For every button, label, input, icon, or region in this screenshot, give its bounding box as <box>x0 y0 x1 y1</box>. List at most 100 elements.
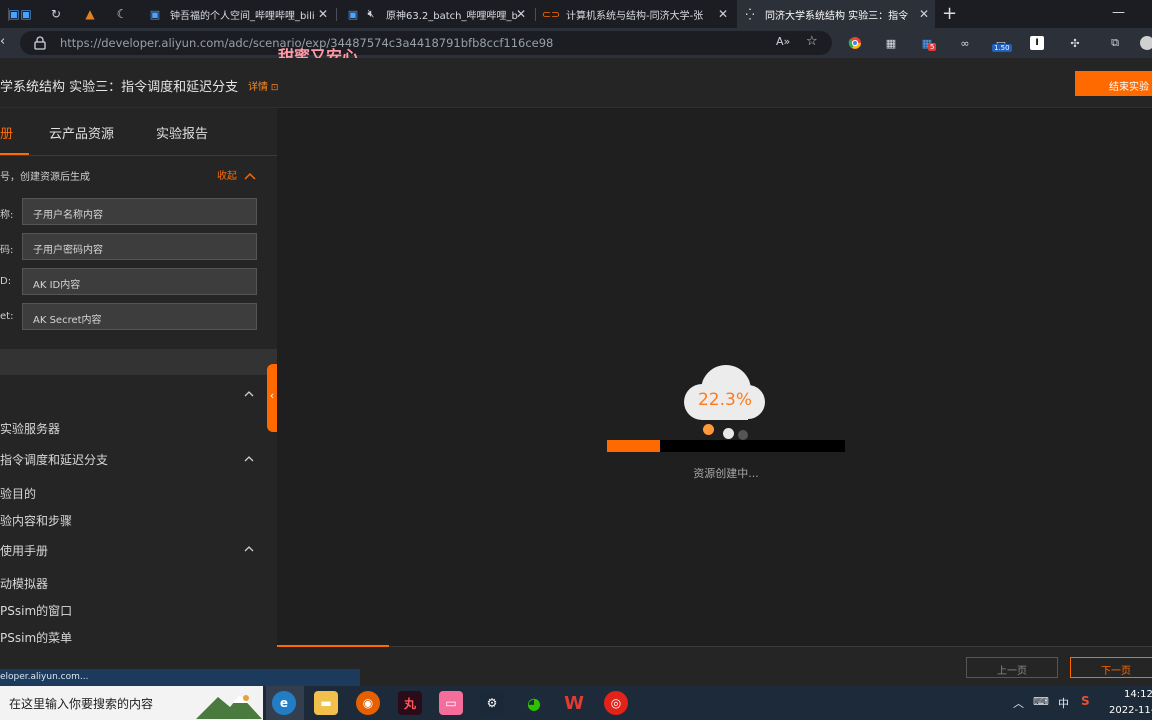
loading-icon: ⁛ <box>745 7 755 21</box>
favorite-star-icon[interactable]: ☆ <box>806 34 818 49</box>
tab-separator <box>336 8 337 21</box>
tab-report[interactable]: 实验报告 <box>156 123 208 142</box>
nav-section[interactable]: 使用手册 <box>0 542 48 559</box>
progress-track <box>607 440 845 452</box>
nav-section[interactable]: 指令调度和延迟分支 <box>0 451 108 468</box>
panel-tabs: 册 云产品资源 实验报告 <box>0 108 277 156</box>
taskbar: 在这里输入你要搜索的内容 e ▬ ◉ 丸 ▭ ⚙ ◕ W ◎ ︿ ⌨ 中 S 1… <box>0 686 1152 720</box>
close-icon[interactable]: ✕ <box>919 7 929 21</box>
ak-id-field[interactable]: AK ID内容 <box>22 268 257 295</box>
ak-secret-field[interactable]: AK Secret内容 <box>22 303 257 330</box>
mountain-illustration-icon <box>196 695 262 719</box>
pinned-tab[interactable]: ▲ <box>76 3 104 25</box>
muted-speaker-icon[interactable]: 🔇︎ <box>364 7 378 21</box>
file-explorer-icon[interactable]: ▬ <box>314 691 338 715</box>
active-app-highlight <box>266 686 304 720</box>
left-panel: 册 云产品资源 实验报告 号，创建资源后生成 收起 称: 子用户名称内容 码: … <box>0 108 277 670</box>
pinned-tab[interactable]: ☾ <box>108 3 136 25</box>
pinned-tab[interactable]: ▣ <box>12 3 40 25</box>
firefox-icon[interactable]: ◉ <box>356 691 380 715</box>
nav-item[interactable]: 验目的 <box>0 485 36 502</box>
tab-manual[interactable]: 册 <box>0 123 13 142</box>
field-label: 码: <box>0 245 14 256</box>
t-extension-icon[interactable]: I <box>1030 36 1044 50</box>
clock-time[interactable]: 14:12 <box>1124 689 1152 700</box>
chrome-extension-icon[interactable] <box>846 35 864 51</box>
step-progress <box>277 645 389 647</box>
end-experiment-button[interactable]: 结束实验 <box>1075 71 1152 96</box>
moon-icon: ☾ <box>116 7 128 21</box>
subuser-password-field[interactable]: 子用户密码内容 <box>22 233 257 260</box>
nav-item[interactable]: 实验服务器 <box>0 420 60 437</box>
tray-expand-icon[interactable]: ︿ <box>1013 695 1024 711</box>
lock-icon[interactable] <box>34 36 46 50</box>
browser-tab[interactable]: ▣ 🔇︎ 原神63.2_batch_哔哩哔哩_b ✕ <box>340 0 532 28</box>
loading-dot <box>723 428 734 439</box>
new-tab-button[interactable]: + <box>942 3 957 24</box>
taskbar-search[interactable]: 在这里输入你要搜索的内容 <box>0 686 263 720</box>
nav-item[interactable]: 动模拟器 <box>0 575 48 592</box>
extension-icon[interactable]: ▦ <box>882 35 900 51</box>
nav-item[interactable]: PSsim的窗口 <box>0 602 72 619</box>
tab-title: 钟吾福的个人空间_哔哩哔哩_bili <box>170 10 315 22</box>
panel-collapse-handle[interactable]: ‹ <box>267 364 277 432</box>
profile-avatar[interactable] <box>1140 36 1152 50</box>
clock-date[interactable]: 2022-11- <box>1109 705 1152 716</box>
tab-separator <box>8 8 9 21</box>
browser-tab-active[interactable]: ⁛ 同济大学系统结构 实验三：指令 ✕ <box>737 0 935 28</box>
tab-cloud-resources[interactable]: 云产品资源 <box>49 123 114 142</box>
vr-extension-icon[interactable]: ∞ <box>956 35 974 51</box>
field-label: et: <box>0 311 14 322</box>
address-bar[interactable]: https://developer.aliyun.com/adc/scenari… <box>20 31 832 55</box>
netease-music-icon[interactable]: ◎ <box>604 691 628 715</box>
grid-extension-icon[interactable]: ▦ 5 <box>918 35 937 51</box>
chevron-up-icon[interactable] <box>243 453 255 465</box>
refresh-icon: ↻ <box>50 7 62 21</box>
tv-icon: ▣ <box>347 7 359 21</box>
resource-notice: 号，创建资源后生成 <box>0 172 90 183</box>
cloud-link-icon: ⊂⊃ <box>541 7 561 21</box>
puzzle-icon[interactable]: ✣ <box>1066 35 1084 51</box>
subuser-name-field[interactable]: 子用户名称内容 <box>22 198 257 225</box>
browser-tab-bar: ▣ ▣ ↻ ▲ ☾ ▣ 钟吾福的个人空间_哔哩哔哩_bili ✕ ▣ 🔇︎ 原神… <box>0 0 1152 28</box>
close-icon[interactable]: ✕ <box>318 7 328 21</box>
version-extension-icon[interactable]: ▭ 1.50 <box>992 35 1012 52</box>
browser-tab[interactable]: ▣ 钟吾福的个人空间_哔哩哔哩_bili ✕ <box>142 0 334 28</box>
loading-dot <box>738 430 748 440</box>
pinned-tab[interactable]: ↻ <box>42 3 70 25</box>
field-label: D: <box>0 276 12 287</box>
nav-item[interactable]: PSsim的菜单 <box>0 629 72 646</box>
minimize-button[interactable]: — <box>1112 5 1125 20</box>
tv-icon: ▣ <box>20 7 32 21</box>
nav-item[interactable]: 验内容和步骤 <box>0 512 72 529</box>
next-page-button[interactable]: 下一页 <box>1070 657 1152 678</box>
tv-icon: ▣ <box>149 7 161 21</box>
steam-icon[interactable]: ⚙ <box>480 691 504 715</box>
section-divider <box>0 349 277 375</box>
wechat-icon[interactable]: ◕ <box>522 691 546 715</box>
keyboard-icon[interactable]: ⌨ <box>1033 695 1049 708</box>
detail-link[interactable]: 详情 ⊡ <box>248 78 278 93</box>
close-icon[interactable]: ✕ <box>718 7 728 21</box>
typora-icon[interactable]: 丸 <box>398 691 422 715</box>
browser-tab[interactable]: ⊂⊃ 计算机系统与结构-同济大学-张 ✕ <box>538 0 734 28</box>
chevron-up-icon[interactable] <box>243 543 255 555</box>
page-header: 学系统结构 实验三：指令调度和延迟分支 详情 ⊡ 结束实验 <box>0 58 1152 108</box>
close-icon[interactable]: ✕ <box>516 7 526 21</box>
progress-fill <box>607 440 661 452</box>
page-title: 学系统结构 实验三：指令调度和延迟分支 <box>0 80 239 95</box>
collections-icon[interactable]: ⧉ <box>1106 35 1124 51</box>
read-aloud-icon[interactable]: A» <box>776 35 790 48</box>
tab-title: 计算机系统与结构-同济大学-张 <box>566 10 704 22</box>
chevron-up-icon[interactable] <box>243 388 255 400</box>
status-url: eloper.aliyun.com... <box>0 669 360 686</box>
wps-icon[interactable]: W <box>562 691 586 715</box>
back-icon[interactable]: ‹ <box>0 34 5 49</box>
sogou-icon[interactable]: S <box>1081 694 1090 708</box>
tab-title: 同济大学系统结构 实验三：指令 <box>765 10 909 22</box>
bilibili-icon[interactable]: ▭ <box>439 691 463 715</box>
collapse-link[interactable]: 收起 <box>217 167 256 182</box>
flame-icon: ▲ <box>85 7 95 21</box>
prev-page-button[interactable]: 上一页 <box>966 657 1058 678</box>
ime-icon[interactable]: 中 <box>1058 695 1069 711</box>
